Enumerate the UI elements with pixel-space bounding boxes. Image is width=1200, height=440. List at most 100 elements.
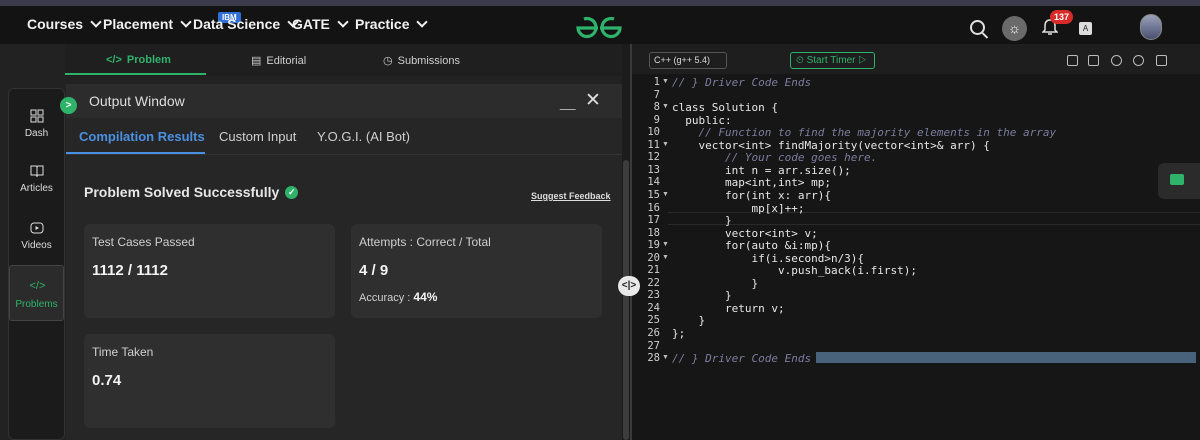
chevron-down-icon	[337, 16, 349, 28]
code-line[interactable]: // Your code goes here.	[672, 151, 877, 164]
code-icon: </>	[106, 54, 122, 66]
start-timer-button[interactable]: ⏲ Start Timer ▷	[790, 52, 875, 69]
code-line[interactable]: vector<int> findMajority(vector<int>& ar…	[672, 139, 989, 152]
copy-icon[interactable]	[1067, 55, 1078, 66]
code-line[interactable]: public:	[672, 114, 731, 127]
sidebar-item-problems[interactable]: </> Problems	[9, 265, 64, 321]
line-number: 1	[653, 76, 660, 88]
fold-toggle-icon[interactable]: ▼	[662, 254, 669, 261]
tab-divider	[66, 154, 622, 155]
fullscreen-icon[interactable]	[1156, 55, 1167, 66]
code-icon: </>	[29, 280, 46, 292]
fold-toggle-icon[interactable]: ▼	[662, 191, 669, 198]
tab-label: Problem	[126, 54, 171, 66]
line-number: 7	[653, 88, 660, 101]
nav-label: Data Science	[193, 16, 281, 32]
sidebar-label: Articles	[20, 183, 53, 194]
code-line[interactable]: }	[672, 277, 758, 290]
code-line[interactable]: // Function to find the majority element…	[672, 126, 1056, 139]
nav-label: Courses	[27, 16, 84, 32]
language-select[interactable]: C++ (g++ 5.4)	[649, 52, 727, 69]
code-line[interactable]: return v;	[672, 302, 785, 315]
tab-submissions[interactable]: ◷ Submissions	[383, 54, 460, 68]
fold-toggle-icon[interactable]: ▼	[662, 103, 669, 110]
nav-courses[interactable]: Courses	[27, 16, 102, 32]
code-line[interactable]: }	[672, 289, 732, 302]
code-line[interactable]: }	[672, 314, 705, 327]
card-label: Time Taken	[92, 345, 154, 359]
line-number: 19	[647, 239, 660, 252]
code-line[interactable]: vector<int> v;	[672, 227, 818, 240]
chat-icon	[1170, 174, 1184, 185]
tab-problem[interactable]: </> Problem	[106, 54, 171, 66]
scrollbar-thumb[interactable]	[623, 160, 629, 440]
export-icon[interactable]	[1088, 55, 1099, 66]
expand-icon[interactable]: >	[60, 97, 77, 114]
sidebar-item-articles[interactable]: Articles	[9, 164, 64, 194]
suggest-feedback-link[interactable]: Suggest Feedback	[531, 191, 611, 201]
status-message: Problem Solved Successfully ✓	[84, 184, 299, 200]
tab-editorial[interactable]: ▤ Editorial	[251, 54, 306, 68]
status-text: Problem Solved Successfully	[84, 184, 280, 200]
panel-resize-handle[interactable]: <|>	[618, 276, 640, 296]
tab-compilation-results[interactable]: Compilation Results	[79, 129, 205, 144]
chevron-down-icon	[416, 16, 429, 28]
line-number: 10	[647, 126, 660, 139]
code-line[interactable]: // } Driver Code Ends	[672, 352, 811, 365]
text-selection	[816, 352, 1196, 363]
gfg-logo[interactable]	[574, 15, 624, 41]
code-line[interactable]: map<int,int> mp;	[672, 176, 831, 189]
code-line[interactable]: }	[672, 214, 732, 227]
translate-icon[interactable]: A	[1079, 22, 1092, 35]
code-line[interactable]: // } Driver Code Ends	[672, 76, 811, 89]
problem-tabs: </> Problem ▤ Editorial ◷ Submissions	[65, 44, 630, 76]
code-line[interactable]: for(auto &i:mp){	[672, 239, 831, 252]
code-line[interactable]: if(i.second>n/3){	[672, 252, 864, 265]
fold-toggle-icon[interactable]: ▼	[662, 141, 669, 148]
timer-label: Start Timer	[806, 55, 856, 66]
fold-toggle-icon[interactable]: ▼	[662, 241, 669, 248]
line-number: 11	[647, 138, 660, 151]
fold-toggle-icon[interactable]: ▼	[662, 354, 669, 361]
check-icon: ✓	[285, 185, 299, 199]
code-line[interactable]: };	[672, 327, 685, 340]
line-number: 17	[647, 214, 660, 227]
minimize-icon[interactable]: __	[560, 94, 576, 110]
card-label: Test Cases Passed	[92, 235, 195, 249]
sidebar: Dash Articles Videos </> Problems	[8, 88, 65, 440]
tab-yogi-ai-bot[interactable]: Y.O.G.I. (AI Bot)	[317, 129, 410, 144]
test-cases-card: Test Cases Passed 1112 / 1112	[84, 224, 335, 318]
code-line[interactable]: class Solution {	[672, 101, 778, 114]
chat-button[interactable]	[1158, 163, 1200, 199]
fold-toggle-icon[interactable]: ▼	[662, 78, 669, 85]
theme-toggle-icon[interactable]: ☼	[1002, 16, 1027, 41]
sidebar-item-dash[interactable]: Dash	[9, 109, 64, 139]
output-window-header: Output Window __ ✕	[66, 84, 622, 118]
top-navbar: Courses Placement IBM Data Science GATE …	[0, 6, 1200, 44]
nav-placement[interactable]: Placement	[103, 16, 192, 32]
code-line[interactable]: for(int x: arr){	[672, 189, 831, 202]
nav-gate[interactable]: GATE	[292, 16, 349, 32]
tab-label: Submissions	[397, 54, 460, 67]
avatar[interactable]	[1140, 14, 1162, 40]
nav-practice[interactable]: Practice	[355, 16, 429, 32]
line-number: 20	[647, 251, 660, 264]
search-icon[interactable]	[970, 20, 985, 35]
line-number: 27	[647, 339, 660, 352]
accuracy-label: Accuracy :	[359, 292, 411, 304]
settings-icon[interactable]	[1111, 55, 1122, 66]
close-icon[interactable]: ✕	[585, 89, 601, 112]
accuracy-value: 44%	[413, 290, 438, 304]
output-window-title: Output Window	[89, 93, 185, 109]
tab-custom-input[interactable]: Custom Input	[219, 129, 296, 144]
code-line[interactable]: mp[x]++;	[672, 202, 804, 215]
line-number: 8	[653, 101, 660, 114]
tab-active-underline	[66, 152, 205, 154]
nav-data-science[interactable]: Data Science	[193, 16, 299, 32]
sidebar-item-videos[interactable]: Videos	[9, 221, 64, 251]
chevron-down-icon	[180, 16, 192, 28]
line-number: 24	[647, 301, 660, 314]
code-line[interactable]: int n = arr.size();	[672, 164, 851, 177]
reset-icon[interactable]	[1133, 55, 1144, 66]
code-line[interactable]: v.push_back(i.first);	[672, 264, 917, 277]
